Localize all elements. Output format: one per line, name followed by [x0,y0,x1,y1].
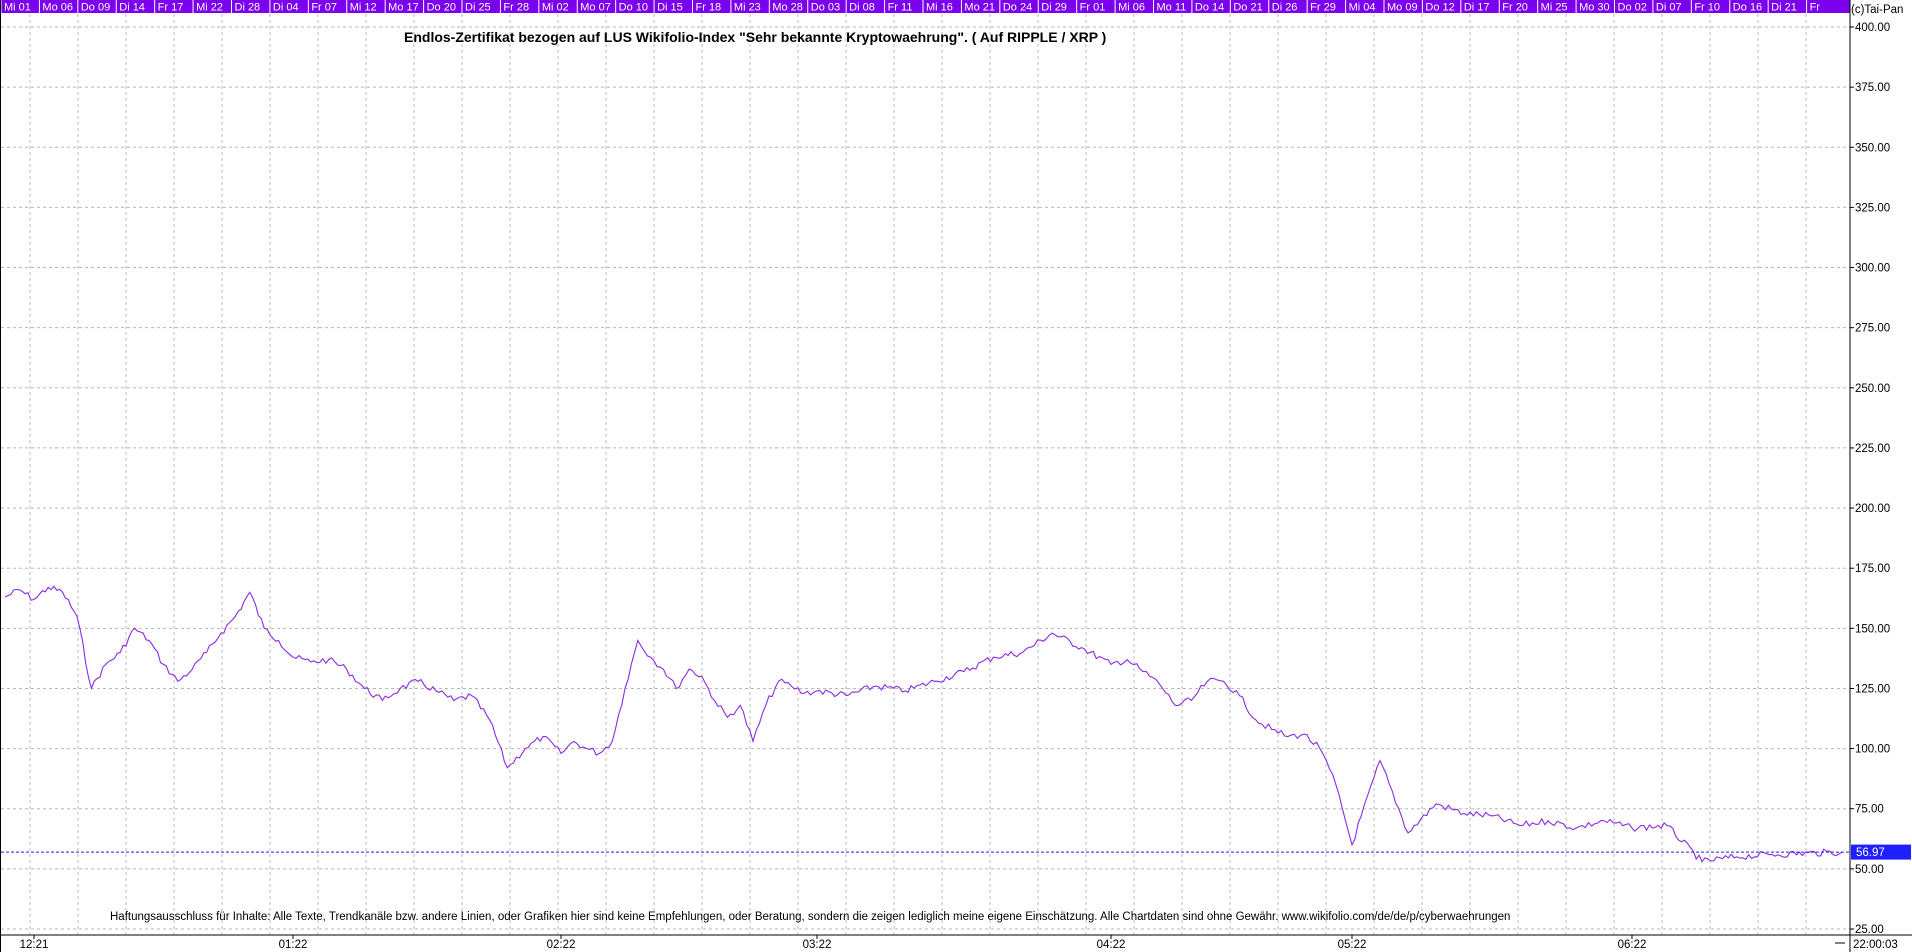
copyright-label: (c)Tai-Pan [1851,4,1903,16]
date-strip-label: Do 02 [1618,2,1647,14]
date-strip-label: Do 10 [619,2,648,14]
date-strip-label: Do 14 [1195,2,1224,14]
price-chart: Mi 01 Mo 06 Do 09 Di 14 Fr 17 Mi 22 Di 28 Di 04… [0,0,1912,952]
date-strip-label: Mo 30 [1579,2,1610,14]
date-strip-label: Di 08 [849,2,875,14]
disclaimer-text: Haftungsausschluss für Inhalte: Alle Tex… [110,911,1510,923]
ytick-label: 175.00 [1855,563,1890,575]
date-strip-label: Mi 02 [542,2,569,14]
xtick-label: 04:22 [1097,939,1126,951]
xtick-label: 05:22 [1338,939,1367,951]
chart-title: Endlos-Zertifikat bezogen auf LUS Wikifo… [404,29,1106,45]
date-strip-label: Di 17 [1464,2,1490,14]
date-strip-label: Mi 22 [196,2,223,14]
date-strip-label: Di 21 [1771,2,1797,14]
date-strip-label: Do 21 [1233,2,1262,14]
date-strip-label: Fr 20 [1502,2,1528,14]
ytick-label: 350.00 [1855,142,1890,154]
ytick-label: 275.00 [1855,323,1890,335]
ytick-label: 25.00 [1855,924,1884,936]
date-strip-label: Fr 07 [311,2,337,14]
date-strip-label: Di 15 [657,2,683,14]
date-strip-label: Mo 09 [1387,2,1418,14]
date-strip-label: Di 04 [273,2,299,14]
clock-label: 22:00:03 [1853,939,1898,951]
ytick-label: 200.00 [1855,503,1890,515]
date-strip-label: Mo 28 [772,2,803,14]
date-strip-label: Fr 11 [888,2,913,14]
xtick-label: 02:22 [547,939,576,951]
date-strip-label: Fr 18 [696,2,722,14]
ytick-label: 100.00 [1855,744,1890,756]
date-strip-label: Mo 17 [388,2,419,14]
last-price-label: 56.97 [1856,847,1885,859]
date-strip-label: Mi 16 [926,2,953,14]
date-strip-label: Di 25 [465,2,491,14]
date-strip-label: Fr [1810,2,1821,14]
date-strip-label: Fr 28 [503,2,529,14]
ytick-label: 325.00 [1855,202,1890,214]
date-strip-label: Do 12 [1425,2,1454,14]
ytick-label: 75.00 [1855,804,1884,816]
date-strip-label: Mo 06 [42,2,73,14]
date-strip-label: Fr 29 [1310,2,1336,14]
date-strip: Mi 01 Mo 06 Do 09 Di 14 Fr 17 Mi 22 Di 28 Di 04… [0,0,1850,14]
date-strip-label: Mi 25 [1541,2,1568,14]
date-strip-label: Di 14 [119,2,145,14]
xtick-label: 03:22 [803,939,832,951]
date-strip-label: Do 09 [81,2,110,14]
date-strip-label: Di 26 [1272,2,1298,14]
date-strip-label: Mi 12 [350,2,377,14]
xtick-label: 01:22 [279,939,308,951]
ytick-label: 300.00 [1855,263,1890,275]
date-strip-label: Mi 23 [734,2,761,14]
date-strip-label: Mi 01 [4,2,31,14]
date-strip-label: Do 20 [427,2,456,14]
ytick-label: 125.00 [1855,683,1890,695]
date-strip-label: Mo 07 [580,2,611,14]
chart-root: Mi 01 Mo 06 Do 09 Di 14 Fr 17 Mi 22 Di 28 Di 04… [0,0,1912,952]
ytick-label: 225.00 [1855,443,1890,455]
date-strip-label: Fr 17 [158,2,184,14]
ytick-label: 50.00 [1855,864,1884,876]
date-strip-label: Do 16 [1733,2,1762,14]
xtick-label: 12:21 [20,939,49,951]
date-strip-label: Di 28 [235,2,261,14]
xtick-label: 06:22 [1618,939,1647,951]
date-strip-label: Di 07 [1656,2,1682,14]
ytick-label: 150.00 [1855,623,1890,635]
date-strip-label: Fr 10 [1694,2,1720,14]
date-strip-label: Do 03 [811,2,840,14]
ytick-label: 250.00 [1855,383,1890,395]
date-strip-label: Mi 04 [1349,2,1376,14]
ytick-label: 375.00 [1855,82,1890,94]
date-strip-label: Mi 06 [1118,2,1145,14]
date-strip-label: Di 29 [1041,2,1067,14]
date-strip-label: Mo 11 [1157,2,1187,14]
date-strip-label: Mo 21 [964,2,995,14]
date-strip-label: Fr 01 [1080,2,1106,14]
ytick-label: 400.00 [1855,22,1890,34]
date-strip-label: Do 24 [1003,2,1032,14]
